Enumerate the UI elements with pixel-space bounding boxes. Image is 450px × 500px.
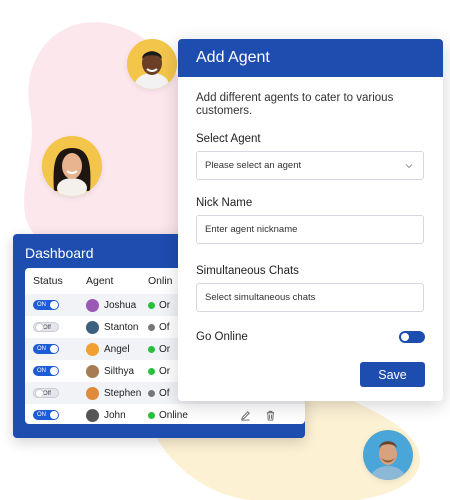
online-status-text: Of xyxy=(159,321,170,333)
status-toggle[interactable]: ON xyxy=(33,366,59,376)
edit-icon[interactable] xyxy=(240,410,251,421)
select-agent-placeholder: Please select an agent xyxy=(205,160,302,171)
status-toggle-label: ON xyxy=(37,412,46,418)
status-toggle-label: ON xyxy=(37,302,46,308)
save-button[interactable]: Save xyxy=(360,362,425,387)
add-agent-dialog: Add Agent Add different agents to cater … xyxy=(178,39,443,401)
online-status-dot xyxy=(148,411,155,419)
toggle-knob xyxy=(50,301,58,309)
status-toggle[interactable]: ON xyxy=(33,410,59,420)
agent-avatar xyxy=(86,298,99,312)
online-status-dot xyxy=(148,345,155,353)
online-status-text: Of xyxy=(159,387,170,399)
simultaneous-chats-label: Simultaneous Chats xyxy=(196,265,299,277)
online-status-text: Or xyxy=(159,343,171,355)
agent-name: Stephen xyxy=(104,387,142,399)
status-toggle-label: Off xyxy=(43,325,51,331)
dialog-title: Add Agent xyxy=(178,39,443,77)
online-status-text: Or xyxy=(159,365,171,377)
toggle-knob xyxy=(50,367,58,375)
status-toggle[interactable]: ON xyxy=(33,344,59,354)
toggle-knob xyxy=(35,389,44,398)
agent-name: Stanton xyxy=(104,321,139,333)
online-status-dot xyxy=(148,301,155,309)
chevron-down-icon xyxy=(405,164,413,169)
toggle-knob xyxy=(50,411,58,419)
simultaneous-chats-select[interactable]: Select simultaneous chats xyxy=(196,283,424,312)
agent-avatar-left xyxy=(42,136,102,196)
agent-name: John xyxy=(104,409,126,421)
online-status-text: Or xyxy=(159,299,171,311)
status-toggle[interactable]: Off xyxy=(33,388,59,398)
simultaneous-chats-placeholder: Select simultaneous chats xyxy=(205,292,316,303)
nick-name-input[interactable]: Enter agent nickname xyxy=(196,215,424,244)
agent-avatar-top xyxy=(127,39,177,89)
status-toggle-label: Off xyxy=(43,391,51,397)
toggle-knob xyxy=(401,333,409,341)
online-status-dot xyxy=(148,323,155,331)
header-status: Status xyxy=(33,275,63,287)
agent-avatar xyxy=(86,408,99,422)
status-toggle-label: ON xyxy=(37,346,46,352)
agent-avatar xyxy=(86,386,99,400)
online-status-dot xyxy=(148,367,155,375)
select-agent-dropdown[interactable]: Please select an agent xyxy=(196,151,424,180)
trash-icon[interactable] xyxy=(265,410,276,421)
toggle-knob xyxy=(50,345,58,353)
online-status-text: Online xyxy=(159,409,188,421)
status-toggle[interactable]: ON xyxy=(33,300,59,310)
agent-avatar xyxy=(86,320,99,334)
header-agent: Agent xyxy=(86,275,114,287)
dashboard-title: Dashboard xyxy=(25,245,94,261)
agent-name: Silthya xyxy=(104,365,135,377)
nick-name-placeholder: Enter agent nickname xyxy=(205,224,298,235)
dialog-description: Add different agents to cater to various… xyxy=(196,92,394,117)
online-status-dot xyxy=(148,389,155,397)
toggle-knob xyxy=(35,323,44,332)
nick-name-label: Nick Name xyxy=(196,197,253,209)
agent-avatar xyxy=(86,342,99,356)
go-online-label: Go Online xyxy=(196,331,248,343)
table-row: ON John Online xyxy=(25,404,305,424)
agent-name: Angel xyxy=(104,343,130,355)
status-toggle-label: ON xyxy=(37,368,46,374)
agent-avatar-bottom xyxy=(363,430,413,480)
agent-avatar xyxy=(86,364,99,378)
status-toggle[interactable]: Off xyxy=(33,322,59,332)
select-agent-label: Select Agent xyxy=(196,133,261,145)
go-online-toggle[interactable] xyxy=(399,331,425,343)
agent-name: Joshua xyxy=(104,299,137,311)
